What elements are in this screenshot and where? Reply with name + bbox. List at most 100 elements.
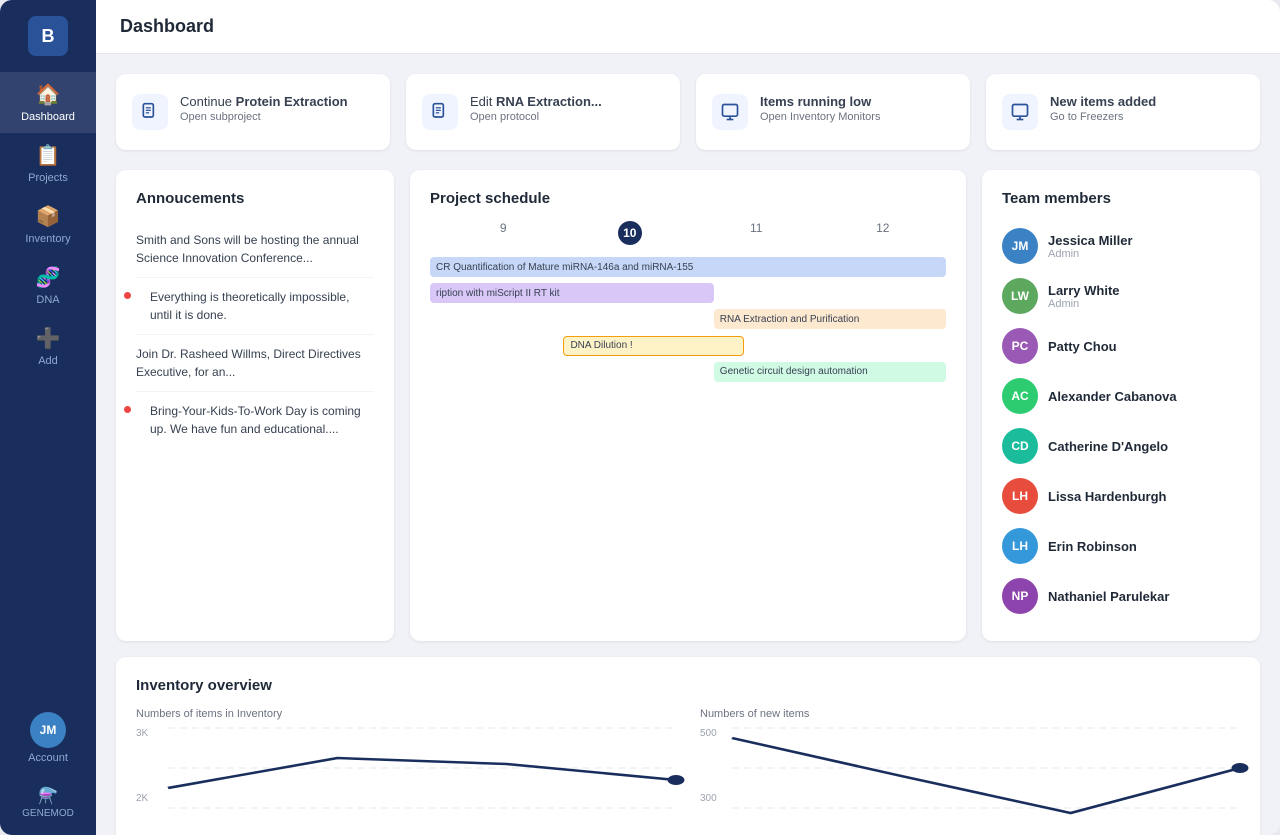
- day-12: 12: [820, 221, 947, 245]
- team-panel: Team members JM Jessica Miller Admin LW …: [982, 170, 1260, 641]
- sidebar-item-dna[interactable]: 🧬 DNA: [0, 255, 96, 316]
- team-name-4: Catherine D'Angelo: [1048, 439, 1168, 454]
- new-items-icon: [1002, 94, 1038, 130]
- lower-grid: Annoucements Smith and Sons will be host…: [116, 170, 1260, 641]
- team-name-0: Jessica Miller: [1048, 233, 1133, 248]
- team-info-7: Nathaniel Parulekar: [1048, 589, 1169, 604]
- schedule-day-headers: 9 10 11 12: [430, 221, 946, 245]
- announcement-3: Join Dr. Rasheed Willms, Direct Directiv…: [136, 335, 374, 392]
- team-name-5: Lissa Hardenburgh: [1048, 489, 1166, 504]
- chart-1-container: Numbers of items in Inventory 3K2K1K: [136, 708, 676, 835]
- team-avatar-3: AC: [1002, 378, 1038, 414]
- sidebar-label-projects: Projects: [28, 172, 68, 184]
- team-name-1: Larry White: [1048, 283, 1120, 298]
- sidebar: B 🏠 Dashboard 📋 Projects 📦 Inventory 🧬 D…: [0, 0, 96, 835]
- team-name-7: Nathaniel Parulekar: [1048, 589, 1169, 604]
- charts-row: Numbers of items in Inventory 3K2K1K: [136, 708, 1240, 835]
- team-avatar-2: PC: [1002, 328, 1038, 364]
- team-name-2: Patty Chou: [1048, 339, 1117, 354]
- bar-genetic-circuit: Genetic circuit design automation: [714, 362, 946, 382]
- announcements-title: Annoucements: [136, 190, 374, 207]
- quick-actions-row: Continue Protein Extraction Open subproj…: [116, 74, 1260, 150]
- bar-quantification: CR Quantification of Mature miRNA-146a a…: [430, 257, 946, 277]
- action-card-inventory-monitor[interactable]: Items running low Open Inventory Monitor…: [696, 74, 970, 150]
- team-list: JM Jessica Miller Admin LW Larry White A…: [1002, 221, 1240, 621]
- bar-dna-dilution: DNA Dilution !: [563, 336, 744, 356]
- inventory-title: Inventory overview: [136, 677, 1240, 694]
- sidebar-item-account[interactable]: JM Account: [0, 702, 96, 774]
- team-member-7: NP Nathaniel Parulekar: [1002, 571, 1240, 621]
- chart-2-label: Numbers of new items: [700, 708, 1240, 720]
- chart-2-plot: 5/245/316/76/14: [732, 728, 1240, 835]
- team-name-6: Erin Robinson: [1048, 539, 1137, 554]
- day-10: 10: [567, 221, 694, 245]
- team-avatar-6: LH: [1002, 528, 1038, 564]
- inventory-monitor-icon: [712, 94, 748, 130]
- inventory-overview-panel: Inventory overview Numbers of items in I…: [116, 657, 1260, 835]
- inventory-icon: 📦: [36, 204, 61, 229]
- sidebar-label-add: Add: [38, 355, 58, 367]
- team-info-5: Lissa Hardenburgh: [1048, 489, 1166, 504]
- protein-icon: [132, 94, 168, 130]
- sidebar-item-dashboard[interactable]: 🏠 Dashboard: [0, 72, 96, 133]
- team-member-2: PC Patty Chou: [1002, 321, 1240, 371]
- sidebar-label-inventory: Inventory: [25, 233, 70, 245]
- inventory-monitor-text: Items running low Open Inventory Monitor…: [760, 94, 880, 123]
- genemod-brand: ⚗️ GENEMOD: [22, 786, 74, 819]
- gantt-row-3: RNA Extraction and Purification: [430, 309, 946, 329]
- chart-1-plot: 5/245/316/76/14: [168, 728, 676, 835]
- announcement-4: Bring-Your-Kids-To-Work Day is coming up…: [136, 392, 374, 448]
- action-card-new-items[interactable]: New items added Go to Freezers: [986, 74, 1260, 150]
- sidebar-label-account: Account: [28, 752, 68, 764]
- bar-rna-extraction: RNA Extraction and Purification: [714, 309, 946, 329]
- add-icon: ➕: [36, 326, 61, 351]
- team-info-2: Patty Chou: [1048, 339, 1117, 354]
- page-content: Continue Protein Extraction Open subproj…: [96, 54, 1280, 835]
- team-name-3: Alexander Cabanova: [1048, 389, 1177, 404]
- team-info-4: Catherine D'Angelo: [1048, 439, 1168, 454]
- gantt-row-1: CR Quantification of Mature miRNA-146a a…: [430, 257, 946, 277]
- sidebar-label-dashboard: Dashboard: [21, 111, 75, 123]
- team-member-1: LW Larry White Admin: [1002, 271, 1240, 321]
- chart-2-area: 500300100: [700, 728, 1240, 835]
- sidebar-bottom: JM Account ⚗️ GENEMOD: [0, 702, 96, 819]
- app-logo: B: [28, 16, 68, 56]
- team-avatar-4: CD: [1002, 428, 1038, 464]
- chart-2-y-axis: 500300100: [700, 728, 728, 835]
- sidebar-item-add[interactable]: ➕ Add: [0, 316, 96, 377]
- team-avatar-0: JM: [1002, 228, 1038, 264]
- chart-2-svg: [732, 728, 1240, 835]
- sidebar-item-inventory[interactable]: 📦 Inventory: [0, 194, 96, 255]
- dashboard-icon: 🏠: [36, 82, 61, 107]
- team-avatar-5: LH: [1002, 478, 1038, 514]
- team-info-1: Larry White Admin: [1048, 283, 1120, 310]
- projects-icon: 📋: [36, 143, 61, 168]
- team-info-0: Jessica Miller Admin: [1048, 233, 1133, 260]
- sidebar-item-projects[interactable]: 📋 Projects: [0, 133, 96, 194]
- announcement-1: Smith and Sons will be hosting the annua…: [136, 221, 374, 278]
- announcement-2: Everything is theoretically impossible, …: [136, 278, 374, 335]
- protein-text: Continue Protein Extraction Open subproj…: [180, 94, 348, 123]
- team-info-3: Alexander Cabanova: [1048, 389, 1177, 404]
- action-card-protein[interactable]: Continue Protein Extraction Open subproj…: [116, 74, 390, 150]
- team-info-6: Erin Robinson: [1048, 539, 1137, 554]
- action-card-rna[interactable]: Edit RNA Extraction... Open protocol: [406, 74, 680, 150]
- chart-1-svg: [168, 728, 676, 835]
- day-11: 11: [693, 221, 820, 245]
- main-area: Dashboard Continue Protein Extraction Op…: [96, 0, 1280, 835]
- announcements-panel: Annoucements Smith and Sons will be host…: [116, 170, 394, 641]
- team-member-5: LH Lissa Hardenburgh: [1002, 471, 1240, 521]
- team-title: Team members: [1002, 190, 1240, 207]
- chart-1-area: 3K2K1K: [136, 728, 676, 835]
- team-member-0: JM Jessica Miller Admin: [1002, 221, 1240, 271]
- rna-icon: [422, 94, 458, 130]
- team-member-3: AC Alexander Cabanova: [1002, 371, 1240, 421]
- account-avatar: JM: [30, 712, 66, 748]
- gantt-row-2: ription with miScript II RT kit: [430, 283, 946, 303]
- team-avatar-7: NP: [1002, 578, 1038, 614]
- chart-1-label: Numbers of items in Inventory: [136, 708, 676, 720]
- team-avatar-1: LW: [1002, 278, 1038, 314]
- page-title: Dashboard: [120, 16, 214, 36]
- team-member-4: CD Catherine D'Angelo: [1002, 421, 1240, 471]
- rna-text: Edit RNA Extraction... Open protocol: [470, 94, 602, 123]
